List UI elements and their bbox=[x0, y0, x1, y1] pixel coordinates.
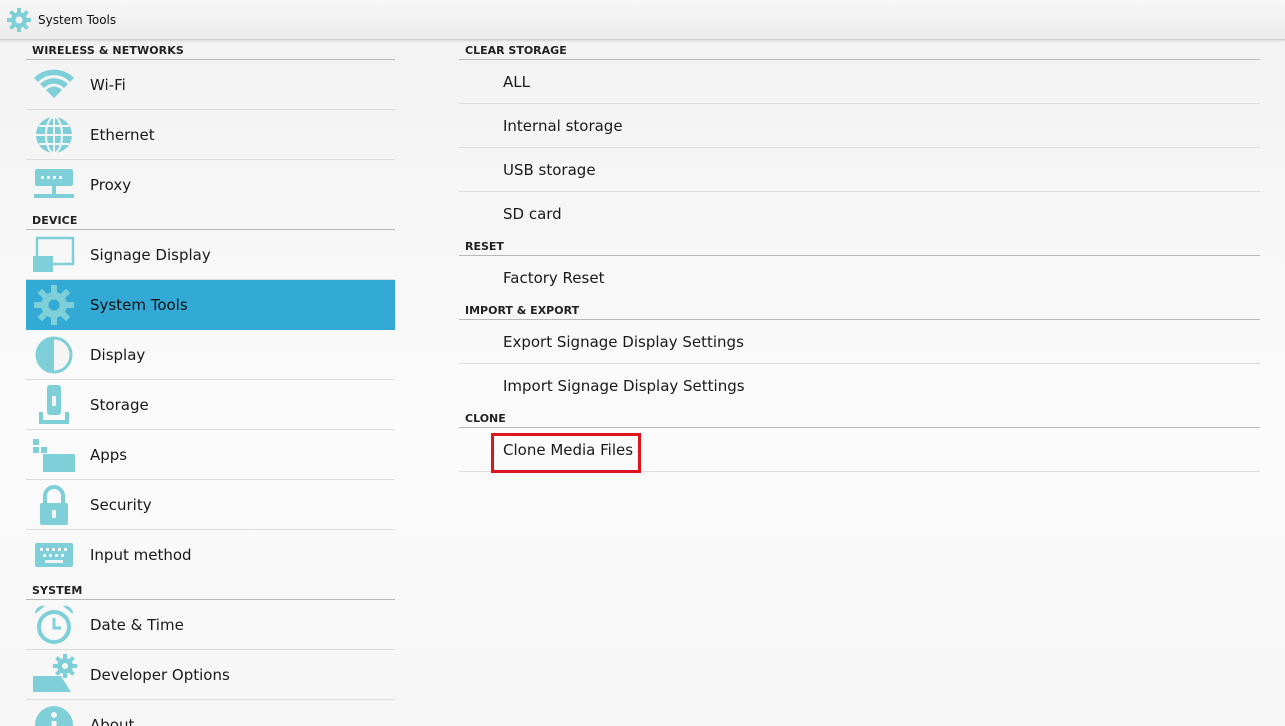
settings-sidebar: WIRELESS & NETWORKS Wi-Fi Ethernet Proxy… bbox=[26, 40, 395, 726]
gear-icon bbox=[34, 284, 74, 325]
clear-internal-storage-item[interactable]: Internal storage bbox=[459, 104, 1260, 148]
apps-icon bbox=[33, 438, 75, 472]
highlight-box bbox=[491, 433, 641, 473]
sidebar-item-security[interactable]: Security bbox=[26, 480, 395, 530]
sidebar-item-developer-options[interactable]: Developer Options bbox=[26, 650, 395, 700]
sidebar-item-system-tools[interactable]: System Tools bbox=[26, 280, 395, 330]
title-bar: System Tools bbox=[0, 0, 1285, 40]
sidebar-item-label: Display bbox=[90, 345, 146, 364]
sidebar-item-label: Wi-Fi bbox=[90, 75, 126, 94]
wifi-icon bbox=[34, 69, 74, 98]
section-header-clone: CLONE bbox=[459, 408, 1260, 428]
sidebar-item-label: Ethernet bbox=[90, 125, 155, 144]
section-header-device: DEVICE bbox=[26, 210, 395, 230]
sidebar-item-date-time[interactable]: Date & Time bbox=[26, 600, 395, 650]
sidebar-item-label: Developer Options bbox=[90, 665, 230, 684]
export-settings-item[interactable]: Export Signage Display Settings bbox=[459, 320, 1260, 364]
sidebar-item-label: Storage bbox=[90, 395, 149, 414]
proxy-server-icon bbox=[34, 169, 74, 198]
sidebar-item-storage[interactable]: Storage bbox=[26, 380, 395, 430]
section-header-wireless: WIRELESS & NETWORKS bbox=[26, 40, 395, 60]
lock-icon bbox=[40, 484, 68, 525]
storage-icon bbox=[39, 384, 69, 424]
section-header-reset: RESET bbox=[459, 236, 1260, 256]
sidebar-item-label: About bbox=[90, 716, 135, 726]
clear-all-item[interactable]: ALL bbox=[459, 60, 1260, 104]
sidebar-item-apps[interactable]: Apps bbox=[26, 430, 395, 480]
sidebar-item-label: Apps bbox=[90, 445, 128, 464]
sidebar-item-label: Signage Display bbox=[90, 245, 211, 264]
import-settings-item[interactable]: Import Signage Display Settings bbox=[459, 364, 1260, 408]
system-tools-panel: CLEAR STORAGE ALL Internal storage USB s… bbox=[459, 40, 1260, 473]
sidebar-item-about[interactable]: About bbox=[26, 700, 395, 726]
sidebar-item-proxy[interactable]: Proxy bbox=[26, 160, 395, 210]
clear-usb-storage-item[interactable]: USB storage bbox=[459, 148, 1260, 192]
sidebar-item-input-method[interactable]: Input method bbox=[26, 530, 395, 580]
factory-reset-item[interactable]: Factory Reset bbox=[459, 256, 1260, 300]
sidebar-item-wifi[interactable]: Wi-Fi bbox=[26, 60, 395, 110]
display-cast-icon bbox=[33, 236, 75, 272]
sidebar-item-label: Date & Time bbox=[90, 615, 184, 634]
sidebar-item-label: Proxy bbox=[90, 176, 132, 194]
section-header-system: SYSTEM bbox=[26, 580, 395, 600]
developer-gear-icon bbox=[33, 653, 77, 692]
globe-icon bbox=[36, 115, 72, 154]
window-title: System Tools bbox=[38, 12, 117, 27]
keyboard-icon bbox=[35, 543, 73, 567]
section-header-import-export: IMPORT & EXPORT bbox=[459, 300, 1260, 320]
sidebar-item-ethernet[interactable]: Ethernet bbox=[26, 110, 395, 160]
sidebar-item-display[interactable]: Display bbox=[26, 330, 395, 380]
gear-icon bbox=[7, 7, 31, 32]
brightness-icon bbox=[35, 336, 73, 373]
sidebar-item-label: System Tools bbox=[90, 295, 188, 314]
clone-media-files-item[interactable]: Clone Media Files bbox=[459, 428, 1260, 473]
alarm-clock-icon bbox=[34, 605, 74, 644]
info-icon bbox=[35, 706, 73, 726]
section-header-clear-storage: CLEAR STORAGE bbox=[459, 40, 1260, 60]
sidebar-item-label: Security bbox=[90, 495, 152, 514]
sidebar-item-label: Input method bbox=[90, 546, 192, 564]
sidebar-item-signage-display[interactable]: Signage Display bbox=[26, 230, 395, 280]
clear-sd-card-item[interactable]: SD card bbox=[459, 192, 1260, 236]
